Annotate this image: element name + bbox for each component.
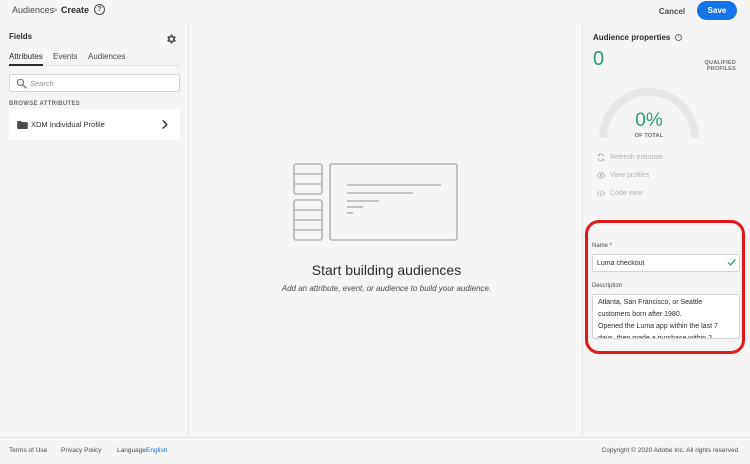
refresh-estimate-label: Refresh estimate — [610, 154, 663, 161]
top-bar: Audiences > Create ? Cancel Save — [0, 0, 750, 24]
privacy-policy-link[interactable]: Privacy Policy — [61, 447, 101, 454]
name-label: Name * — [592, 243, 613, 249]
terms-of-use-link[interactable]: Terms of Use — [9, 447, 47, 454]
chevron-right-icon[interactable] — [161, 120, 169, 129]
xdm-profile-label: XDM Individual Profile — [31, 120, 105, 129]
refresh-icon — [597, 153, 605, 162]
empty-state-subtitle: Add an attribute, event, or audience to … — [281, 284, 492, 293]
qualified-count: 0 — [593, 48, 605, 70]
qualified-profiles-label: QUALIFIED PROFILES — [704, 60, 736, 72]
xdm-profile-item[interactable]: XDM Individual Profile — [9, 109, 180, 140]
search-icon — [16, 78, 27, 89]
gear-icon[interactable] — [165, 33, 177, 45]
code-view-label: Code view — [610, 190, 643, 197]
description-input[interactable]: Atlanta, San Francisco, or Seattle custo… — [598, 297, 734, 338]
name-field — [592, 254, 740, 272]
description-field: Atlanta, San Francisco, or Seattle custo… — [592, 294, 740, 339]
search-input[interactable] — [30, 77, 175, 90]
name-input[interactable] — [597, 257, 723, 270]
gauge-percent: 0% — [635, 110, 663, 131]
view-profiles-link[interactable]: View profiles — [596, 171, 650, 181]
copyright-text: Copyright © 2020 Adobe Inc. All rights r… — [601, 447, 740, 454]
breadcrumb-audiences[interactable]: Audiences — [12, 5, 54, 15]
breadcrumb-separator: > — [52, 5, 58, 15]
view-profiles-label: View profiles — [610, 172, 650, 179]
code-icon — [596, 190, 606, 197]
language-selector[interactable]: English — [146, 447, 167, 454]
refresh-estimate-link[interactable]: Refresh estimate — [596, 153, 663, 163]
footer: Terms of Use Privacy Policy Language: En… — [0, 437, 750, 464]
page-title: Create — [61, 5, 90, 15]
field-tabs: Attributes Events Audiences — [9, 52, 181, 66]
save-button[interactable]: Save — [697, 1, 737, 20]
description-label: Description — [592, 283, 623, 289]
help-icon[interactable]: ? — [94, 4, 105, 15]
empty-state-illustration — [293, 163, 458, 241]
checkmark-icon — [727, 259, 736, 266]
tab-audiences[interactable]: Audiences — [88, 52, 125, 66]
fields-title: Fields — [9, 32, 33, 41]
empty-state-title: Start building audiences — [311, 262, 462, 278]
tab-attributes[interactable]: Attributes — [9, 52, 43, 66]
language-label: Language: — [117, 447, 148, 454]
info-icon[interactable]: i — [675, 34, 682, 41]
code-view-link[interactable]: Code view — [596, 189, 643, 199]
cancel-button[interactable]: Cancel — [653, 5, 691, 19]
tab-events[interactable]: Events — [53, 52, 77, 66]
audience-canvas[interactable]: Start building audiences Add an attribut… — [190, 24, 583, 437]
search-field — [9, 74, 180, 92]
properties-title: Audience properties — [593, 33, 671, 42]
folder-icon — [17, 121, 28, 129]
browse-attributes-label: BROWSE ATTRIBUTES — [9, 101, 81, 107]
gauge-label: OF TOTAL — [634, 133, 664, 139]
audience-create-page: Audiences > Create ? Cancel Save Fields … — [0, 0, 750, 464]
audience-properties-panel: Audience properties i 0 QUALIFIED PROFIL… — [584, 24, 750, 437]
eye-icon — [596, 172, 606, 179]
fields-panel: Fields Attributes Events Audiences BROWS… — [0, 24, 189, 437]
